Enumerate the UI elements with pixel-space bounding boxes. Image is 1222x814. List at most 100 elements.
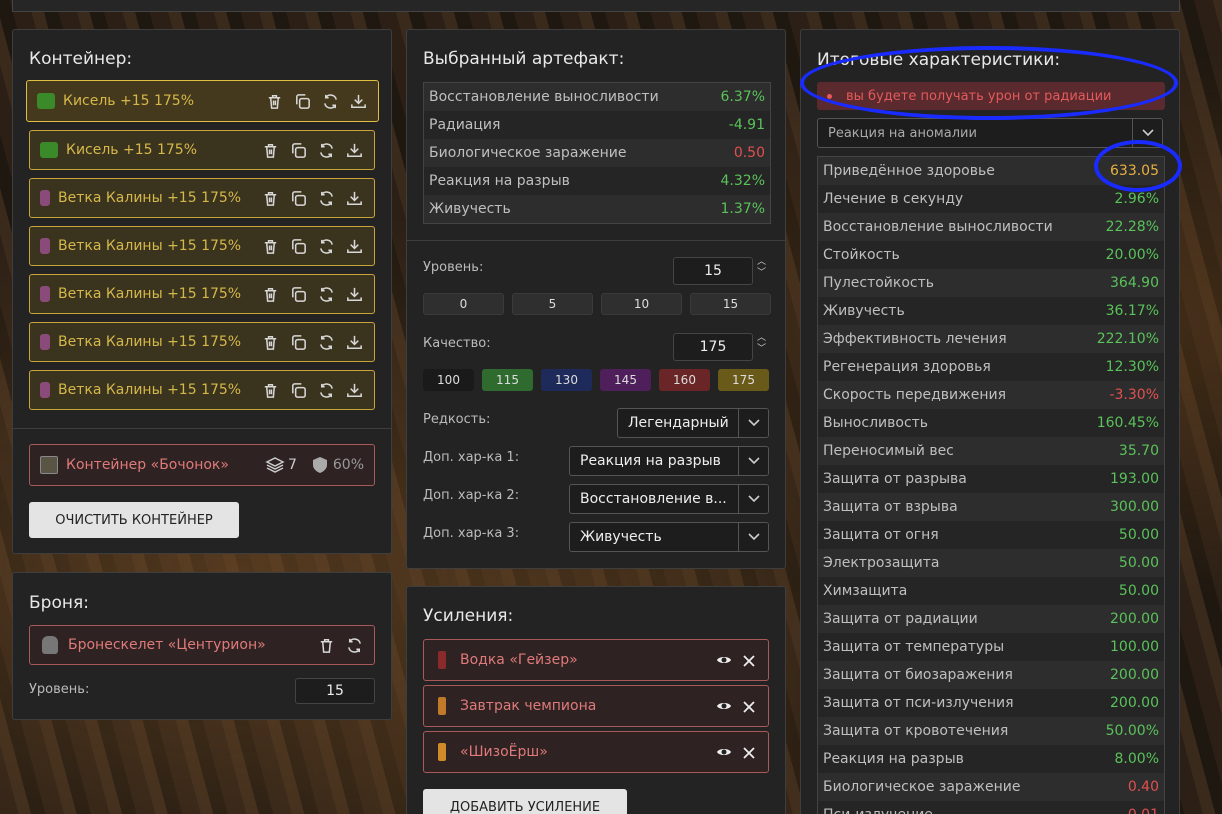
container-artifact-item[interactable]: Ветка Калины +15 175%: [29, 178, 375, 218]
stat-label: Химзащита: [823, 583, 908, 599]
swap-icon[interactable]: [317, 381, 336, 400]
stat-label: Приведённое здоровье: [823, 163, 995, 179]
extra2-select[interactable]: Восстановление в...: [569, 484, 769, 514]
swap-icon[interactable]: [345, 636, 364, 655]
total-stat-row: Выносливость 160.45%: [818, 409, 1164, 437]
download-icon[interactable]: [345, 141, 364, 160]
container-protection: 60%: [332, 457, 364, 473]
warning-text: вы будете получать урон от радиации: [846, 88, 1112, 104]
download-icon[interactable]: [345, 381, 364, 400]
stat-value: 364.90: [1110, 275, 1159, 291]
download-icon[interactable]: [345, 237, 364, 256]
swap-icon[interactable]: [321, 92, 340, 111]
clear-container-button[interactable]: ОЧИСТИТЬ КОНТЕЙНЕР: [29, 502, 239, 538]
container-artifact-item[interactable]: Кисель +15 175%: [29, 130, 375, 170]
copy-icon[interactable]: [289, 333, 308, 352]
swap-icon[interactable]: [317, 237, 336, 256]
download-icon[interactable]: [345, 189, 364, 208]
boost-item[interactable]: Водка «Гейзер»: [423, 639, 769, 681]
swap-icon[interactable]: [317, 141, 336, 160]
total-stat-row: Электрозащита 50.00: [818, 549, 1164, 577]
quality-preset-button[interactable]: 175: [718, 369, 769, 391]
trash-icon[interactable]: [265, 92, 284, 111]
armor-level-input[interactable]: 15: [295, 678, 375, 704]
copy-icon[interactable]: [289, 189, 308, 208]
trash-icon[interactable]: [261, 141, 280, 160]
eye-icon[interactable]: [716, 744, 732, 760]
artifact-item-name: Ветка Калины +15 175%: [58, 382, 242, 398]
stat-label: Лечение в секунду: [823, 191, 964, 207]
copy-icon[interactable]: [289, 285, 308, 304]
eye-icon[interactable]: [716, 652, 732, 668]
ersh-icon: [438, 743, 446, 761]
close-icon[interactable]: [742, 699, 756, 713]
stat-value: -3.30%: [1109, 387, 1159, 403]
boost-item[interactable]: «ШизоЁрш»: [423, 731, 769, 773]
download-icon[interactable]: [345, 333, 364, 352]
chevron-down-icon: [1132, 119, 1162, 147]
rarity-select[interactable]: Легендарный: [617, 408, 769, 438]
stat-value: 300.00: [1110, 499, 1159, 515]
extra1-select[interactable]: Реакция на разрыв: [569, 446, 769, 476]
trash-icon[interactable]: [317, 636, 336, 655]
boost-item[interactable]: Завтрак чемпиона: [423, 685, 769, 727]
container-artifact-item[interactable]: Ветка Калины +15 175%: [29, 370, 375, 410]
stat-value: -4.91: [728, 117, 765, 133]
artifact-item-name: Ветка Калины +15 175%: [58, 334, 242, 350]
artifact-stat-row: Биологическое заражение 0.50: [424, 139, 770, 167]
swap-icon[interactable]: [317, 333, 336, 352]
stat-value: 36.17%: [1105, 303, 1159, 319]
trash-icon[interactable]: [261, 189, 280, 208]
level-stepper-icon[interactable]: ︿ ﹀: [757, 257, 766, 279]
divider: [13, 428, 391, 429]
quality-stepper-icon[interactable]: ︿ ﹀: [757, 333, 766, 355]
container-artifact-item[interactable]: Ветка Калины +15 175%: [29, 322, 375, 362]
swap-icon[interactable]: [317, 189, 336, 208]
download-icon[interactable]: [345, 285, 364, 304]
swap-icon[interactable]: [317, 285, 336, 304]
copy-icon[interactable]: [293, 92, 312, 111]
stat-label: Эффективность лечения: [823, 331, 1007, 347]
extra3-select[interactable]: Живучесть: [569, 522, 769, 552]
copy-icon[interactable]: [289, 237, 308, 256]
stat-label: Электрозащита: [823, 555, 940, 571]
kalina-icon: [40, 190, 50, 206]
quality-preset-button[interactable]: 115: [482, 369, 533, 391]
layers-icon: [265, 455, 285, 475]
quality-preset-button[interactable]: 130: [541, 369, 592, 391]
boost-name: Завтрак чемпиона: [460, 698, 597, 714]
stat-value: 22.28%: [1105, 219, 1159, 235]
trash-icon[interactable]: [261, 285, 280, 304]
eye-icon[interactable]: [716, 698, 732, 714]
close-icon[interactable]: [742, 653, 756, 667]
total-stat-row: Приведённое здоровье 633.05: [818, 157, 1164, 185]
level-preset-button[interactable]: 10: [601, 293, 682, 315]
anomaly-select[interactable]: Реакция на аномалии: [817, 118, 1163, 148]
level-preset-button[interactable]: 15: [690, 293, 771, 315]
artifact-item-name: Ветка Калины +15 175%: [58, 190, 242, 206]
container-item[interactable]: Контейнер «Бочонок» 7 60%: [29, 444, 375, 486]
download-icon[interactable]: [349, 92, 368, 111]
container-artifact-item[interactable]: Ветка Калины +15 175%: [29, 226, 375, 266]
artifact-item-name: Ветка Калины +15 175%: [58, 238, 242, 254]
container-artifact-item[interactable]: Ветка Калины +15 175%: [29, 274, 375, 314]
total-stat-row: Защита от радиации 200.00: [818, 605, 1164, 633]
stat-value: 0.01: [1128, 807, 1159, 814]
artifact-level-input[interactable]: 15: [673, 257, 753, 285]
quality-preset-button[interactable]: 160: [659, 369, 710, 391]
quality-preset-button[interactable]: 145: [600, 369, 651, 391]
trash-icon[interactable]: [261, 333, 280, 352]
quality-preset-button[interactable]: 100: [423, 369, 474, 391]
close-icon[interactable]: [742, 745, 756, 759]
add-boost-button[interactable]: ДОБАВИТЬ УСИЛЕНИЕ: [423, 789, 627, 814]
trash-icon[interactable]: [261, 237, 280, 256]
trash-icon[interactable]: [261, 381, 280, 400]
artifact-quality-input[interactable]: 175: [673, 333, 753, 361]
level-preset-button[interactable]: 5: [512, 293, 593, 315]
copy-icon[interactable]: [289, 141, 308, 160]
armor-item[interactable]: Бронескелет «Центурион»: [29, 625, 375, 665]
container-artifact-item[interactable]: Кисель +15 175%: [26, 80, 379, 122]
copy-icon[interactable]: [289, 381, 308, 400]
level-preset-button[interactable]: 0: [423, 293, 504, 315]
boosts-panel: Усиления: Водка «Гейзер» Завтрак чемпиона…: [406, 586, 786, 814]
